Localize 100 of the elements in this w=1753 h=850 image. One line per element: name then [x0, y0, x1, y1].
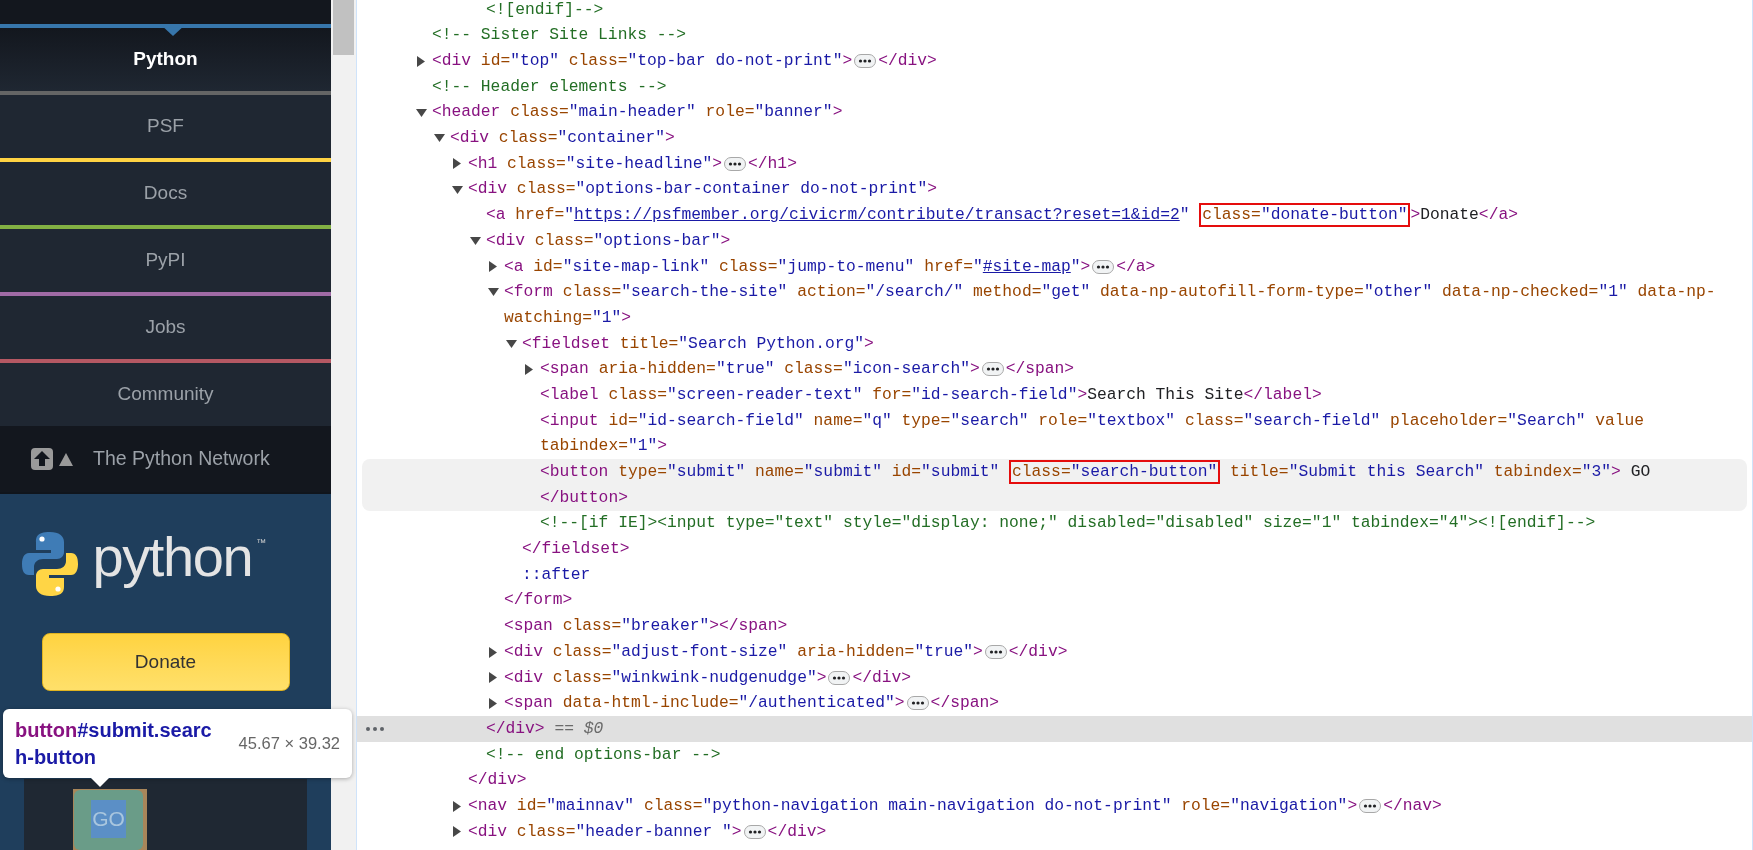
nav-item[interactable]: Community	[0, 359, 331, 426]
tree-row[interactable]: <![endif]-->	[357, 0, 1752, 23]
nav-item[interactable]: Python	[0, 24, 331, 91]
expand-icon[interactable]	[452, 158, 462, 170]
ellipsis-icon[interactable]	[906, 696, 929, 711]
code-text: <div class="winkwink-nudgenudge">	[504, 666, 827, 689]
ellipsis-icon[interactable]	[854, 54, 877, 69]
code-text: <form class="search-the-site" action="/search/" method="get" data-np-autofill-form-type="other" data-np-checked="1" data-np-	[504, 281, 1716, 304]
tree-row[interactable]: <div id="top" class="top-bar do-not-print"> </div>	[357, 48, 1752, 75]
donate-button[interactable]: Donate	[41, 633, 290, 691]
tree-row[interactable]: <form class="search-the-site" action="/search/" method="get" data-np-autofill-form-type="other" data-np-checked="1" data-np- watching="1">	[357, 279, 1752, 331]
ellipsis-icon[interactable]	[724, 156, 747, 171]
expand-icon[interactable]	[488, 672, 498, 684]
nav-item[interactable]: PSF	[0, 91, 331, 158]
code-text: </fieldset>	[522, 538, 630, 561]
tree-row[interactable]: <div class="options-bar-container do-not-print">	[357, 176, 1752, 203]
ellipsis-icon[interactable]	[828, 670, 851, 685]
tree-row[interactable]: <div class="options-bar">	[357, 228, 1752, 254]
collapse-icon[interactable]	[452, 184, 463, 195]
nav-item[interactable]: PyPI	[0, 225, 331, 292]
code-text: <div class="container">	[450, 127, 675, 150]
more-icon[interactable]	[365, 726, 385, 733]
code-text: <label class="screen-reader-text" for="id-search-field">Search This Site</label>	[540, 383, 1322, 406]
tree-row[interactable]: <fieldset title="Search Python.org">	[357, 330, 1752, 357]
code-text: </nav>	[1383, 794, 1442, 817]
collapse-icon[interactable]	[506, 338, 517, 349]
code-text: watching="1">	[504, 306, 632, 329]
code-text: <button type="submit" name="submit" id="submit"	[540, 461, 1001, 483]
code-text: <a id="site-map-link" class="jump-to-menu" href="#site-map">	[504, 255, 1091, 278]
code-text: ::after	[522, 563, 591, 586]
code-text: class="search-button"	[1012, 461, 1218, 483]
tree-row[interactable]: <button type="submit" name="submit" id="submit" class="search-button" title="Submit this Search" tabindex="3"> GO </button>	[362, 459, 1747, 511]
tree-row[interactable]: <span data-html-include="/authenticated"> </span>	[357, 690, 1752, 717]
tree-row[interactable]: </div>	[357, 767, 1752, 794]
code-text: </div>	[468, 769, 527, 792]
code-text: <span class="breaker"></span>	[504, 615, 788, 638]
tree-row[interactable]: <header class="main-header" role="banner">	[357, 99, 1752, 126]
collapse-icon[interactable]	[488, 287, 499, 298]
code-text: <!-- Sister Site Links -->	[432, 24, 687, 47]
collapse-icon[interactable]	[434, 133, 445, 144]
expand-icon[interactable]	[488, 261, 498, 273]
code-text: <!-- Header elements -->	[432, 75, 667, 98]
expand-icon[interactable]	[524, 363, 534, 375]
tree-row[interactable]: </fieldset>	[357, 536, 1752, 563]
code-text: <a href="https://psfmember.org/civicrm/contribute/transact?reset=1&id=2"	[486, 204, 1191, 227]
tree-row[interactable]: <!-- Sister Site Links -->	[357, 22, 1752, 49]
tree-row[interactable]: <input id="id-search-field" name="q" type="search" role="textbox" class="search-field" placeholder="Search" value tabindex="1">	[357, 408, 1752, 460]
tree-row[interactable]: <div class="adjust-font-size" aria-hidden="true"> </div>	[357, 639, 1752, 665]
ellipsis-icon[interactable]	[1359, 799, 1382, 814]
code-text: </div>	[1008, 640, 1068, 663]
code-text: <h1 class="site-headline">	[468, 152, 723, 175]
ellipsis-icon[interactable]	[984, 645, 1007, 660]
code-text: >Donate</a>	[1410, 204, 1518, 227]
code-text: </h1>	[748, 152, 797, 175]
tree-row[interactable]: <div class="container">	[357, 125, 1752, 152]
code-text: class="donate-button"	[1202, 204, 1408, 227]
tree-row[interactable]: <a id="site-map-link" class="jump-to-menu" href="#site-map"> </a>	[357, 253, 1752, 280]
code-text: <div class="options-bar">	[486, 229, 731, 252]
tree-row[interactable]: <nav id="mainnav" class="python-navigation main-navigation do-not-print" role="navigation"> </nav>	[357, 793, 1752, 819]
trademark-sign: ™	[256, 536, 267, 550]
tree-row[interactable]: <div class="header-banner "> </div>	[357, 819, 1752, 845]
expand-icon[interactable]	[488, 697, 498, 709]
code-text: <span aria-hidden="true" class="icon-search">	[540, 358, 980, 381]
expand-icon[interactable]	[452, 800, 462, 812]
expand-icon[interactable]	[416, 55, 426, 67]
tree-row[interactable]: <span aria-hidden="true" class="icon-search"> </span>	[357, 356, 1752, 383]
expand-icon[interactable]	[488, 646, 498, 658]
tree-row[interactable]: ::after	[357, 562, 1752, 588]
tree-row[interactable]: <!-- end options-bar -->	[357, 741, 1752, 768]
nav-item[interactable]: Docs	[0, 158, 331, 225]
expand-icon[interactable]	[452, 826, 462, 838]
scrollbar-thumb[interactable]	[333, 0, 354, 55]
code-text: </span>	[930, 692, 999, 715]
tree-row[interactable]: <!--[if IE]><input type="text" style="display: none;" disabled="disabled" size="1" tabindex="4"><![endif]-->	[357, 510, 1752, 537]
tree-row[interactable]: <a href="https://psfmember.org/civicrm/contribute/transact?reset=1&id=2" class="donate-button" >Donate</a>	[357, 202, 1752, 229]
tree-row[interactable]: <h1 class="site-headline"> </h1>	[357, 151, 1752, 177]
tree-row[interactable]: <label class="screen-reader-text" for="id-search-field">Search This Site</label>	[357, 382, 1752, 408]
network-link[interactable]: The Python Network	[93, 444, 270, 474]
code-text: <div class="header-banner ">	[468, 820, 742, 843]
ellipsis-icon[interactable]	[1092, 259, 1115, 274]
ellipsis-icon[interactable]	[981, 362, 1004, 377]
code-text: <header class="main-header" role="banner">	[432, 101, 843, 124]
code-text: tabindex="1">	[540, 435, 668, 458]
collapse-icon[interactable]	[416, 107, 427, 118]
tree-row[interactable]: <div class="winkwink-nudgenudge"> </div>	[357, 664, 1752, 691]
code-text: <div id="top" class="top-bar do-not-print">	[432, 50, 853, 72]
tree-row[interactable]: <span class="breaker"></span>	[357, 613, 1752, 640]
code-text: </div>	[878, 50, 937, 72]
collapse-icon[interactable]	[470, 236, 481, 247]
code-text: <span data-html-include="/authenticated">	[504, 692, 905, 715]
code-text: title="Submit this Search" tabindex="3"> GO	[1229, 461, 1651, 483]
logo-wordmark: python	[92, 527, 253, 587]
tree-row[interactable]: </div> == $0	[357, 716, 1752, 742]
code-text: <nav id="mainnav" class="python-navigation main-navigation do-not-print" role="navigation">	[468, 794, 1358, 817]
ellipsis-icon[interactable]	[743, 824, 766, 839]
code-text: </span>	[1005, 358, 1075, 381]
tree-row[interactable]: <!-- Header elements -->	[357, 74, 1752, 100]
tree-row[interactable]: </form>	[357, 587, 1752, 614]
code-text: </div>	[852, 666, 912, 689]
nav-item[interactable]: Jobs	[0, 292, 331, 359]
